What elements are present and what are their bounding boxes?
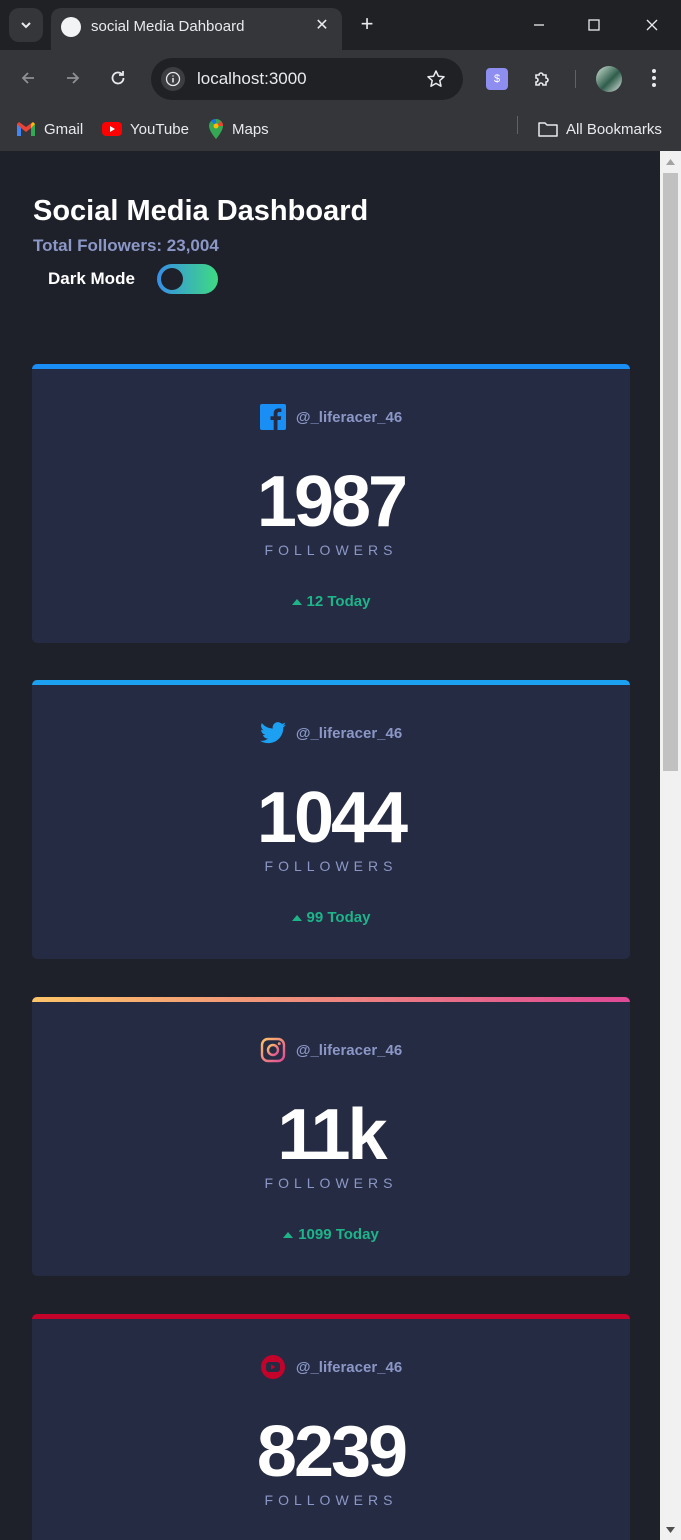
- folder-icon: [538, 122, 558, 137]
- card-instagram: @_liferacer_46 11k FOLLOWERS 1099 Today: [32, 997, 630, 1276]
- follower-count: 1987: [256, 462, 408, 542]
- reload-button[interactable]: [106, 66, 130, 90]
- bookmark-label: Maps: [232, 120, 269, 138]
- maps-icon: [209, 119, 224, 139]
- toolbar-divider: [575, 70, 576, 88]
- today-change-text: 99 Today: [306, 909, 371, 926]
- site-info-icon[interactable]: [161, 67, 185, 91]
- reload-icon: [111, 71, 125, 85]
- bookmarks-bar: Gmail YouTube Maps All Bookmarks: [0, 108, 681, 151]
- profile-avatar[interactable]: [596, 66, 622, 92]
- scroll-down-button[interactable]: [660, 1519, 681, 1540]
- dark-mode-label: Dark Mode: [48, 269, 135, 288]
- new-tab-button[interactable]: +: [355, 12, 379, 36]
- twitter-icon: [259, 722, 286, 744]
- tab-strip: social Media Dahboard ✕ +: [0, 0, 681, 50]
- today-change-text: 12 Today: [306, 593, 371, 610]
- scroll-up-button[interactable]: [660, 151, 681, 172]
- card-handle[interactable]: @_liferacer_46: [296, 725, 402, 742]
- youtube-icon: [260, 1355, 285, 1379]
- vertical-scrollbar[interactable]: [660, 151, 681, 1540]
- page-title: Social Media Dashboard: [33, 195, 369, 227]
- star-icon: [427, 70, 445, 87]
- followers-label: FOLLOWERS: [264, 542, 398, 558]
- dark-mode-toggle[interactable]: [157, 264, 218, 294]
- browser-menu-button[interactable]: [642, 66, 666, 90]
- close-window-button[interactable]: [641, 14, 663, 36]
- total-followers: Total Followers: 23,004: [33, 236, 219, 255]
- forward-button[interactable]: [61, 66, 85, 90]
- card-twitter: @_liferacer_46 1044 FOLLOWERS 99 Today: [32, 680, 630, 959]
- chevron-down-icon: [21, 22, 31, 29]
- maximize-button[interactable]: [583, 14, 605, 36]
- back-button[interactable]: [16, 66, 40, 90]
- card-handle[interactable]: @_liferacer_46: [296, 1042, 402, 1059]
- youtube-icon: [102, 122, 122, 136]
- card-accent-bar: [32, 1314, 630, 1319]
- bookmark-youtube[interactable]: YouTube: [102, 116, 189, 142]
- followers-label: FOLLOWERS: [264, 1492, 398, 1508]
- toggle-knob[interactable]: [161, 268, 183, 290]
- info-icon: [165, 71, 181, 87]
- gmail-icon: [17, 122, 35, 136]
- followers-label: FOLLOWERS: [264, 1175, 398, 1191]
- follower-count: 1044: [256, 778, 408, 858]
- tab-title: social Media Dahboard: [91, 18, 245, 35]
- page-viewport: Social Media Dashboard Total Followers: …: [1, 151, 660, 1540]
- scrollbar-thumb[interactable]: [663, 173, 678, 771]
- follower-count: 8239: [256, 1412, 408, 1492]
- puzzle-icon: [535, 72, 549, 86]
- card-handle[interactable]: @_liferacer_46: [296, 1359, 402, 1376]
- today-change: 1099 Today: [32, 1226, 630, 1243]
- all-bookmarks-button[interactable]: All Bookmarks: [538, 116, 662, 142]
- extension-dollar-icon[interactable]: $: [486, 68, 508, 90]
- bookmarks-divider: [517, 116, 518, 134]
- triangle-down-icon: [666, 1526, 675, 1533]
- more-vertical-icon: [652, 69, 656, 87]
- browser-tab[interactable]: social Media Dahboard ✕: [51, 8, 342, 50]
- card-header: @_liferacer_46: [32, 1354, 630, 1380]
- today-change: 12 Today: [32, 593, 630, 610]
- card-accent-bar: [32, 997, 630, 1002]
- facebook-icon: [259, 404, 286, 430]
- instagram-icon: [260, 1037, 286, 1063]
- bookmark-gmail[interactable]: Gmail: [16, 116, 83, 142]
- triangle-up-icon: [666, 158, 675, 165]
- address-bar[interactable]: localhost:3000: [151, 58, 463, 100]
- maximize-icon: [588, 19, 600, 31]
- arrow-right-icon: [67, 72, 80, 84]
- up-arrow-icon: [291, 914, 302, 921]
- card-header: @_liferacer_46: [32, 1037, 630, 1063]
- close-icon: [646, 19, 658, 31]
- bookmark-label: Gmail: [44, 120, 84, 138]
- minimize-button[interactable]: [528, 14, 550, 36]
- arrow-left-icon: [21, 72, 34, 84]
- extensions-button[interactable]: [530, 67, 554, 91]
- card-accent-bar: [32, 364, 630, 369]
- followers-label: FOLLOWERS: [264, 858, 398, 874]
- card-youtube: @_liferacer_46 8239 FOLLOWERS: [32, 1314, 630, 1540]
- card-handle[interactable]: @_liferacer_46: [296, 409, 402, 426]
- up-arrow-icon: [283, 1231, 294, 1238]
- follower-count: 11k: [277, 1095, 387, 1175]
- all-bookmarks-label: All Bookmarks: [566, 120, 662, 138]
- today-change-text: 1099 Today: [298, 1226, 379, 1243]
- today-change: 99 Today: [32, 909, 630, 926]
- tab-favicon-icon: [61, 17, 81, 37]
- url-text[interactable]: localhost:3000: [197, 69, 307, 89]
- bookmark-maps[interactable]: Maps: [208, 116, 269, 142]
- minimize-icon: [534, 24, 544, 26]
- browser-chrome: social Media Dahboard ✕ + localhost:3000: [0, 0, 681, 151]
- bookmark-star-button[interactable]: [425, 68, 447, 90]
- bookmark-label: YouTube: [130, 120, 189, 138]
- card-header: @_liferacer_46: [32, 404, 630, 430]
- card-accent-bar: [32, 680, 630, 685]
- close-tab-icon[interactable]: ✕: [312, 16, 332, 36]
- tab-search-button[interactable]: [9, 8, 43, 42]
- up-arrow-icon: [291, 598, 302, 605]
- card-facebook: @_liferacer_46 1987 FOLLOWERS 12 Today: [32, 364, 630, 643]
- browser-toolbar: localhost:3000 $: [0, 50, 681, 108]
- card-header: @_liferacer_46: [32, 720, 630, 746]
